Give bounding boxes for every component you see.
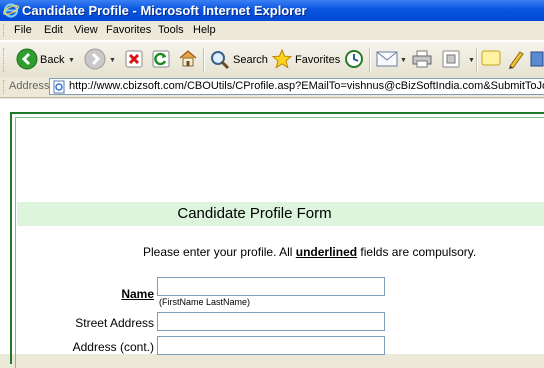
name-label: Name (121, 287, 154, 301)
address-cont-label: Address (cont.) (72, 340, 154, 354)
back-dropdown-icon[interactable]: ▼ (68, 57, 75, 64)
menu-bar: File Edit View Favorites Tools Help (0, 21, 544, 41)
window-titlebar: Candidate Profile - Microsoft Internet E… (0, 0, 544, 21)
home-button[interactable] (178, 42, 200, 76)
favorites-star-icon (272, 49, 292, 69)
research-icon (530, 51, 544, 67)
search-icon (211, 51, 230, 70)
name-hint: (FirstName LastName) (159, 297, 251, 307)
favorites-label: Favorites (295, 54, 341, 66)
home-icon (179, 50, 197, 67)
search-label: Search (233, 54, 268, 66)
menu-edit[interactable]: Edit (44, 24, 63, 36)
menu-favorites[interactable]: Favorites (106, 24, 151, 36)
printer-icon (412, 50, 432, 68)
toolbar-separator (203, 48, 205, 72)
menu-help[interactable]: Help (193, 24, 216, 36)
back-arrow-icon (16, 48, 38, 70)
search-button[interactable]: Search (209, 42, 268, 76)
stop-icon (125, 50, 143, 68)
street-address-label: Street Address (75, 316, 154, 330)
page-icon (53, 80, 65, 94)
toolbar-separator (476, 48, 478, 72)
internet-explorer-icon (3, 3, 19, 18)
edit-page-icon (442, 50, 460, 68)
instructions-suffix: fields are compulsory. (357, 245, 477, 259)
discuss-button[interactable] (481, 42, 503, 76)
forward-arrow-icon (84, 48, 106, 70)
pencil-icon (509, 51, 524, 69)
mail-dropdown-icon[interactable]: ▼ (400, 57, 407, 64)
messenger-button[interactable] (506, 42, 528, 76)
back-label: Back (40, 54, 65, 66)
addressbar-grip (3, 80, 7, 94)
address-bar: Address http://www.cbizsoft.com/CBOUtils… (0, 77, 544, 98)
menu-tools[interactable]: Tools (158, 24, 184, 36)
refresh-button[interactable] (151, 42, 173, 76)
toolbar-grip (3, 48, 7, 72)
address-input[interactable]: http://www.cbizsoft.com/CBOUtils/CProfil… (49, 78, 544, 95)
mail-button[interactable]: ▼ (375, 42, 409, 76)
address-label: Address (9, 80, 50, 92)
menu-file[interactable]: File (14, 24, 32, 36)
print-button[interactable] (412, 42, 434, 76)
address-url: http://www.cbizsoft.com/CBOUtils/CProfil… (69, 80, 544, 92)
toolbar-separator (369, 48, 371, 72)
forward-button[interactable]: ▼ (82, 42, 118, 76)
edit-page-button[interactable]: ▼ (441, 42, 477, 76)
menubar-grip (3, 24, 7, 37)
form-title: Candidate Profile Form (177, 205, 332, 222)
form-header: Candidate Profile Form (17, 202, 544, 226)
history-icon (345, 50, 363, 68)
back-button[interactable]: Back ▼ (10, 42, 78, 76)
street-address-input[interactable] (157, 312, 385, 331)
instructions-emphasis: underlined (295, 245, 358, 259)
favorites-button[interactable]: Favorites (271, 42, 341, 76)
window-title: Candidate Profile - Microsoft Internet E… (22, 3, 307, 18)
forward-dropdown-icon[interactable]: ▼ (109, 57, 116, 64)
discuss-note-icon (481, 50, 501, 66)
name-input[interactable] (157, 277, 385, 296)
history-button[interactable] (344, 42, 366, 76)
mail-envelope-icon (376, 51, 398, 67)
stop-button[interactable] (124, 42, 146, 76)
refresh-icon (152, 50, 170, 68)
standard-toolbar: Back ▼ ▼ Search Favorites ▼ ▼ (0, 41, 544, 78)
form-instructions: Please enter your profile. All underline… (143, 245, 476, 259)
research-button[interactable] (530, 42, 544, 76)
instructions-prefix: Please enter your profile. All (143, 245, 296, 259)
address-cont-input[interactable] (157, 336, 385, 355)
menu-view[interactable]: View (74, 24, 98, 36)
edit-dropdown-icon[interactable]: ▼ (468, 57, 475, 64)
